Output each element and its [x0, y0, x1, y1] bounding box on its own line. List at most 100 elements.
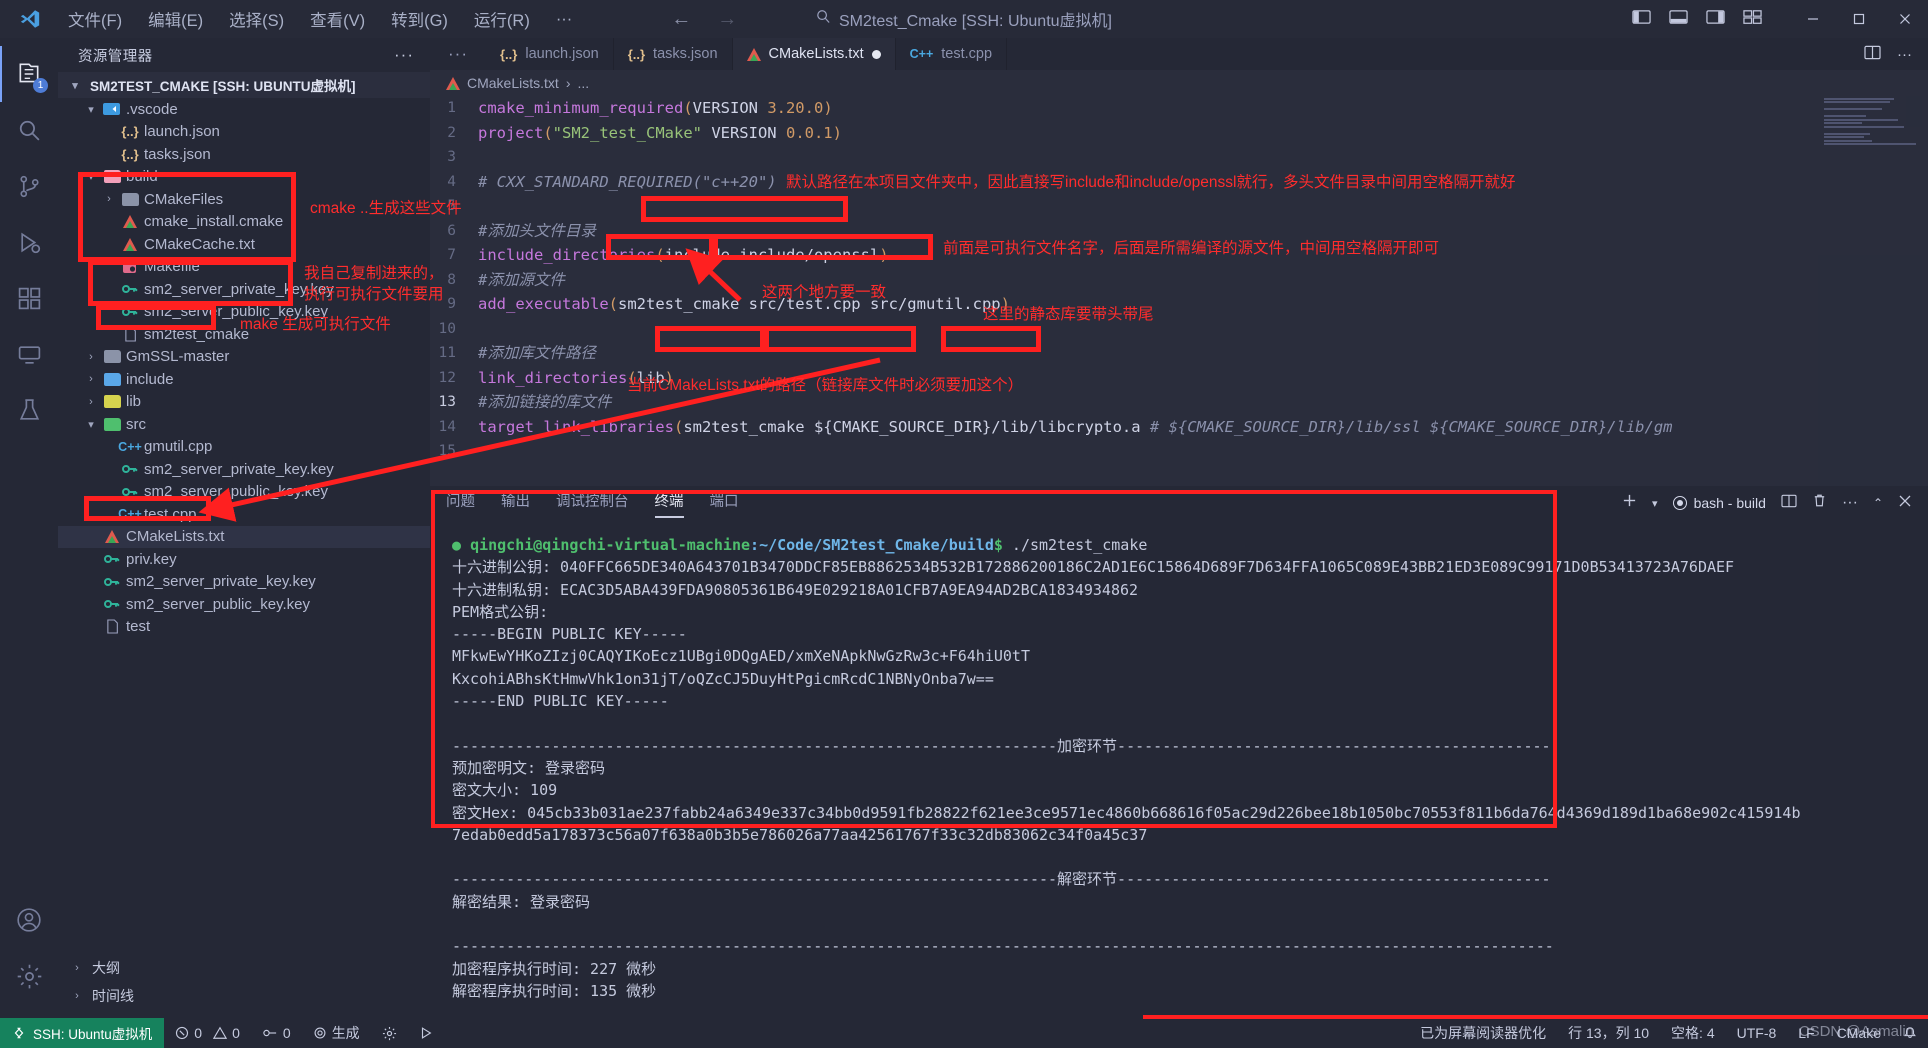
panel-tab-debug-console[interactable]: 调试控制台	[556, 490, 629, 516]
activitybar-item-run-debug[interactable]	[0, 214, 58, 270]
status-problems[interactable]: 0 0	[164, 1025, 251, 1041]
tab-cmakelists-txt[interactable]: CMakeLists.txt	[732, 38, 896, 70]
tree-item-sm2-server-private-key-key[interactable]: sm2_server_private_key.key	[58, 571, 430, 594]
tree-item-priv-key[interactable]: priv.key	[58, 548, 430, 571]
menu-selection[interactable]: 选择(S)	[216, 3, 297, 35]
status-ports[interactable]: 0	[251, 1025, 302, 1041]
menu-view[interactable]: 查看(V)	[297, 3, 378, 35]
status-run[interactable]	[408, 1026, 444, 1040]
toggle-secondary-sidebar-icon[interactable]	[1706, 9, 1725, 30]
chevron-down-icon[interactable]: ▾	[82, 170, 100, 183]
new-terminal-plus-icon[interactable]	[1622, 493, 1637, 513]
kill-terminal-trash-icon[interactable]	[1812, 493, 1827, 513]
activitybar-item-extensions[interactable]	[0, 270, 58, 326]
terminal-output[interactable]: ● qingchi@qingchi-virtual-machine:~/Code…	[438, 528, 1918, 1000]
toggle-panel-icon[interactable]	[1669, 9, 1688, 30]
panel-tab-ports[interactable]: 端口	[710, 490, 739, 516]
code-line-content[interactable]: # CXX_STANDARD_REQUIRED("c++20")	[478, 170, 777, 195]
minimap[interactable]	[1818, 96, 1922, 544]
tab-test-cpp[interactable]: C++ test.cpp	[895, 38, 1008, 70]
code-editor[interactable]: 1 cmake_minimum_required(VERSION 3.20.0) 2…	[430, 96, 1928, 544]
activitybar-item-remote-explorer[interactable]	[0, 326, 58, 382]
sidebar-section-timeline[interactable]: › 时间线	[58, 982, 430, 1010]
menu-more[interactable]: ···	[543, 6, 585, 33]
code-line-content[interactable]: #添加库文件路径	[478, 341, 596, 366]
tab-tasks-json[interactable]: {..} tasks.json	[613, 38, 733, 70]
panel-more-ellipsis-icon[interactable]: ···	[1842, 494, 1858, 512]
code-line-content[interactable]: #添加头文件目录	[478, 219, 596, 244]
code-line-content[interactable]: include_directories(include include/open…	[478, 243, 889, 268]
panel-tab-output[interactable]: 输出	[501, 490, 530, 516]
chevron-right-icon[interactable]: ›	[82, 396, 100, 408]
activitybar-item-search[interactable]	[0, 102, 58, 158]
breadcrumb-rest[interactable]: ...	[577, 75, 589, 91]
activitybar-item-source-control[interactable]	[0, 158, 58, 214]
menu-edit[interactable]: 编辑(E)	[135, 3, 216, 35]
tree-item-include[interactable]: › include	[58, 368, 430, 391]
panel-tab-problems[interactable]: 问题	[446, 490, 475, 516]
terminal-instance-bash-build[interactable]: bash - build	[1672, 495, 1766, 511]
tree-item-test[interactable]: test	[58, 616, 430, 639]
editor-actions-ellipsis-icon[interactable]: ···	[1897, 46, 1912, 63]
tree-item-launch-json[interactable]: {..} launch.json	[58, 121, 430, 144]
menu-run[interactable]: 运行(R)	[461, 3, 543, 35]
close-panel-close-icon[interactable]	[1898, 494, 1912, 513]
status-encoding[interactable]: UTF-8	[1726, 1025, 1788, 1041]
split-editor-icon[interactable]	[1864, 45, 1881, 64]
code-line-content[interactable]: #添加源文件	[478, 268, 565, 293]
explorer-root-folder[interactable]: ▾ SM2TEST_CMAKE [SSH: UBUNTU虚拟机]	[58, 72, 430, 98]
code-line-content[interactable]: add_executable(sm2test_cmake src/test.cp…	[478, 292, 1010, 317]
breadcrumb-file[interactable]: CMakeLists.txt	[467, 75, 559, 91]
maximize-button[interactable]	[1836, 0, 1882, 38]
status-cursor-position[interactable]: 行 13，列 10	[1557, 1023, 1660, 1043]
tab-launch-json[interactable]: {..} launch.json	[486, 38, 614, 70]
tab-overflow-ellipsis-icon[interactable]: ···	[430, 38, 486, 70]
tree-item-cmakecache-txt[interactable]: CMakeCache.txt	[58, 233, 430, 256]
code-line-content[interactable]: project("SM2_test_CMake" VERSION 0.0.1)	[478, 121, 842, 146]
activitybar-item-accounts[interactable]	[0, 892, 58, 948]
tree-item-gmssl-master[interactable]: › GmSSL-master	[58, 346, 430, 369]
tree-item-src[interactable]: ▾ src	[58, 413, 430, 436]
sidebar-section-outline[interactable]: › 大纲	[58, 954, 430, 982]
chevron-down-icon[interactable]: ▾	[82, 103, 100, 116]
activitybar-item-settings[interactable]	[0, 948, 58, 1004]
close-button[interactable]	[1882, 0, 1928, 38]
menu-go[interactable]: 转到(G)	[378, 3, 461, 35]
code-line-content[interactable]: cmake_minimum_required(VERSION 3.20.0)	[478, 96, 833, 121]
arrow-right-icon[interactable]: →	[717, 8, 737, 31]
menu-file[interactable]: 文件(F)	[55, 3, 135, 35]
chevron-down-icon[interactable]: ▾	[82, 418, 100, 431]
chevron-right-icon[interactable]: ›	[82, 351, 100, 363]
status-screen-reader[interactable]: 已为屏幕阅读器优化	[1409, 1023, 1557, 1043]
ellipsis-icon[interactable]: ···	[394, 45, 414, 65]
tree-item-sm2-server-public-key-key[interactable]: sm2_server_public_key.key	[58, 593, 430, 616]
status-build[interactable]: 生成	[302, 1023, 371, 1043]
tree-item-cmakelists-txt[interactable]: CMakeLists.txt	[58, 525, 430, 548]
tree-item-test-cpp[interactable]: C++ test.cpp	[58, 503, 430, 526]
status-settings[interactable]	[371, 1026, 408, 1041]
chevron-right-icon[interactable]: ›	[100, 193, 118, 205]
toggle-primary-sidebar-icon[interactable]	[1632, 9, 1651, 30]
tree-item--vscode[interactable]: ▾ .vscode	[58, 98, 430, 121]
terminal-dropdown-chevron-down-icon[interactable]: ▾	[1652, 497, 1658, 510]
tree-item-gmutil-cpp[interactable]: C++ gmutil.cpp	[58, 436, 430, 459]
customize-layout-icon[interactable]	[1743, 9, 1762, 30]
code-line-content[interactable]: #添加链接的库文件	[478, 390, 611, 415]
tree-item-build[interactable]: ▾ build	[58, 166, 430, 189]
status-remote-indicator[interactable]: SSH: Ubuntu虚拟机	[0, 1018, 165, 1048]
chevron-right-icon[interactable]: ›	[82, 373, 100, 385]
code-line-content[interactable]: target_link_libraries(sm2test_cmake ${CM…	[478, 415, 1673, 440]
status-indentation[interactable]: 空格: 4	[1660, 1023, 1726, 1043]
maximize-panel-chevron-up-icon[interactable]: ⌃	[1873, 496, 1883, 510]
tree-item-tasks-json[interactable]: {..} tasks.json	[58, 143, 430, 166]
breadcrumb[interactable]: CMakeLists.txt › ...	[430, 70, 1928, 96]
activitybar-item-explorer[interactable]: 1	[0, 46, 58, 102]
tree-item-sm2-server-private-key-key[interactable]: sm2_server_private_key.key	[58, 458, 430, 481]
split-terminal-icon[interactable]	[1781, 494, 1797, 513]
arrow-left-icon[interactable]: ←	[671, 8, 691, 31]
panel-tab-terminal[interactable]: 终端	[654, 490, 684, 518]
activitybar-item-testing[interactable]	[0, 382, 58, 438]
tree-item-sm2-server-public-key-key[interactable]: sm2_server_public_key.key	[58, 481, 430, 504]
tree-item-lib[interactable]: › lib	[58, 391, 430, 414]
minimize-button[interactable]	[1790, 0, 1836, 38]
